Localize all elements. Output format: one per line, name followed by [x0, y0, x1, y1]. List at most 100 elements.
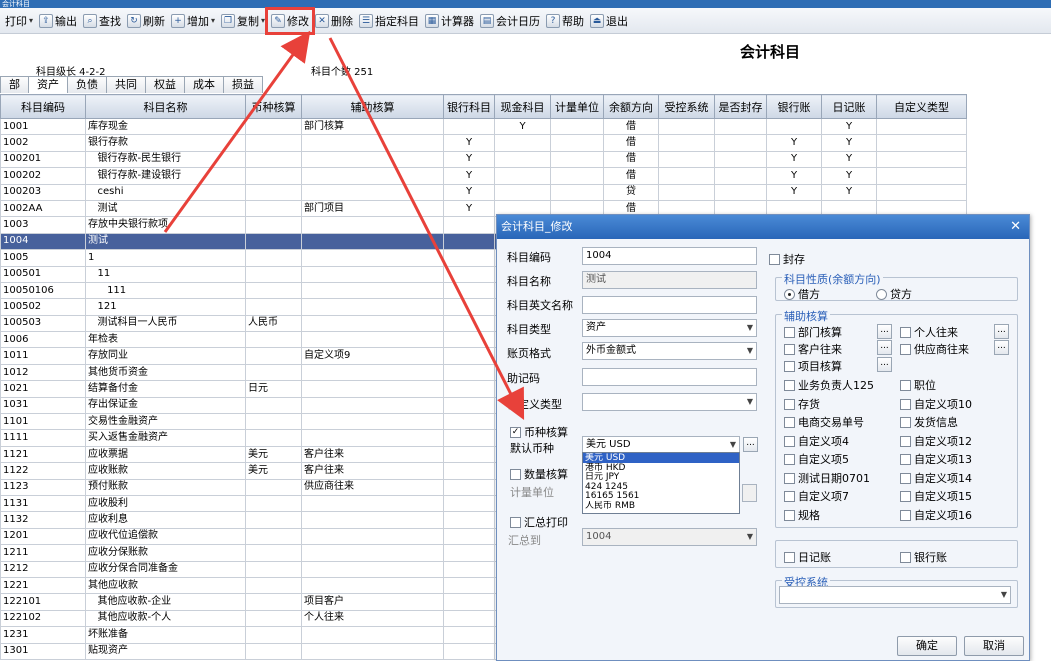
tab-5[interactable]: 成本: [184, 76, 224, 93]
column-header[interactable]: 计量单位: [550, 94, 604, 119]
aux-checkbox[interactable]: 自定义项15: [900, 488, 972, 504]
currency-option[interactable]: 人民币 RMB: [583, 501, 739, 510]
format-select[interactable]: 外币金额式 ▼: [582, 342, 757, 360]
aux-checkbox[interactable]: 测试日期0701: [784, 470, 870, 486]
column-header[interactable]: 余额方向: [603, 94, 659, 119]
custom-type-select[interactable]: ▼: [582, 393, 757, 411]
debit-radio[interactable]: 借方: [784, 286, 820, 302]
aux-label: 自定义项14: [914, 472, 972, 485]
toolbar-button-8[interactable]: ☰ 指定科目: [356, 10, 422, 32]
aux-checkbox[interactable]: 自定义项16: [900, 507, 972, 523]
aux-checkbox[interactable]: 供应商往来: [900, 341, 969, 357]
aux-checkbox[interactable]: 客户往来: [784, 341, 842, 357]
ok-button[interactable]: 确定: [897, 636, 957, 656]
table-row[interactable]: 1002 银行存款 Y 借 Y Y: [0, 134, 967, 152]
column-header[interactable]: 现金科目: [494, 94, 551, 119]
toolbar-button-10[interactable]: ▤ 会计日历: [477, 10, 543, 32]
code-input[interactable]: 1004: [582, 247, 757, 265]
toolbar-button-5[interactable]: ❐ 复制 ▾: [218, 10, 268, 32]
toolbar-button-12[interactable]: ⏏ 退出: [587, 10, 631, 32]
column-header[interactable]: 受控系统: [658, 94, 715, 119]
tab-3[interactable]: 共同: [106, 76, 146, 93]
tab-0[interactable]: 部: [0, 76, 29, 93]
column-header[interactable]: 日记账: [821, 94, 877, 119]
aux-checkbox[interactable]: 自定义项10: [900, 396, 972, 412]
customer-browse-button[interactable]: ...: [877, 340, 892, 355]
toolbar-button-2[interactable]: ⌕ 查找: [80, 10, 124, 32]
type-select[interactable]: 资产 ▼: [582, 319, 757, 337]
toolbar-button-11[interactable]: ? 帮助: [543, 10, 587, 32]
toolbar-button-1[interactable]: ⇪ 输出: [36, 10, 80, 32]
supplier-browse-button[interactable]: ...: [994, 340, 1009, 355]
toolbar-button-0[interactable]: 打印 ▾: [2, 10, 36, 32]
toolbar-button-3[interactable]: ↻ 刷新: [124, 10, 168, 32]
aux-checkbox[interactable]: 自定义项12: [900, 433, 972, 449]
column-header[interactable]: 是否封存: [714, 94, 767, 119]
bank-checkbox[interactable]: 银行账: [900, 549, 947, 565]
project-browse-button[interactable]: ...: [877, 357, 892, 372]
currency-option[interactable]: 港币 HKD: [583, 463, 739, 472]
aux-checkbox[interactable]: 部门核算: [784, 324, 842, 340]
aux-checkbox[interactable]: 职位: [900, 377, 936, 393]
aux-checkbox[interactable]: 个人往来: [900, 324, 958, 340]
summary-to-select[interactable]: 1004 ▼: [582, 528, 757, 546]
column-header[interactable]: 币种核算: [245, 94, 302, 119]
column-header[interactable]: 科目编码: [0, 94, 86, 119]
controlled-select[interactable]: ▼: [779, 586, 1011, 604]
table-row[interactable]: 100201 银行存款-民生银行 Y 借 Y Y: [0, 150, 967, 169]
column-header[interactable]: 自定义类型: [876, 94, 967, 119]
currency-browse-button[interactable]: ...: [743, 437, 758, 452]
table-cell: [443, 314, 495, 333]
close-icon[interactable]: ✕: [1010, 215, 1021, 239]
personal-browse-button[interactable]: ...: [994, 324, 1009, 339]
name-label: 科目名称: [507, 275, 551, 288]
credit-radio[interactable]: 贷方: [876, 286, 912, 302]
currency-option[interactable]: 424 1245: [583, 482, 739, 491]
currency-option[interactable]: 美元 USD: [583, 453, 739, 463]
aux-checkbox[interactable]: 自定义项7: [784, 488, 849, 504]
dropdown-arrow-icon[interactable]: ▾: [261, 16, 265, 25]
column-header[interactable]: 银行账: [766, 94, 822, 119]
aux-checkbox[interactable]: 发货信息: [900, 414, 958, 430]
aux-checkbox[interactable]: 自定义项4: [784, 433, 849, 449]
en-name-input[interactable]: [582, 296, 757, 314]
journal-checkbox[interactable]: 日记账: [784, 549, 831, 565]
column-header[interactable]: 银行科目: [443, 94, 495, 119]
dropdown-arrow-icon[interactable]: ▾: [29, 16, 33, 25]
tab-1[interactable]: 资产: [28, 76, 68, 93]
summary-print-checkbox[interactable]: 汇总打印: [510, 514, 568, 530]
currency-option[interactable]: 日元 JPY: [583, 472, 739, 481]
mnemonic-input[interactable]: [582, 368, 757, 386]
column-header[interactable]: 辅助核算: [301, 94, 444, 119]
toolbar-button-7[interactable]: ✕ 删除: [312, 10, 356, 32]
debit-label: 借方: [798, 288, 820, 301]
currency-checkbox[interactable]: ✓ 币种核算: [510, 424, 568, 440]
aux-checkbox[interactable]: 项目核算: [784, 358, 842, 374]
aux-checkbox[interactable]: 电商交易单号: [784, 414, 864, 430]
toolbar-button-9[interactable]: ▦ 计算器: [422, 10, 477, 32]
tab-2[interactable]: 负债: [67, 76, 107, 93]
currency-option[interactable]: 16165 1561: [583, 491, 739, 501]
tab-6[interactable]: 损益: [223, 76, 263, 93]
column-header[interactable]: 科目名称: [85, 94, 246, 119]
table-row[interactable]: 100202 银行存款-建设银行 Y 借 Y Y: [0, 167, 967, 185]
table-row[interactable]: 100203 ceshi Y 贷 Y Y: [0, 183, 967, 201]
table-row[interactable]: 1001 库存现金 部门核算 Y 借 Y: [0, 117, 967, 136]
dept-browse-button[interactable]: ...: [877, 324, 892, 339]
quantity-checkbox[interactable]: 数量核算: [510, 466, 568, 482]
name-input[interactable]: 测试: [582, 271, 757, 289]
aux-checkbox[interactable]: 自定义项14: [900, 470, 972, 486]
aux-checkbox[interactable]: 自定义项5: [784, 451, 849, 467]
toolbar-button-4[interactable]: + 增加 ▾: [168, 10, 218, 32]
table-cell: [245, 249, 302, 267]
aux-checkbox[interactable]: 自定义项13: [900, 451, 972, 467]
cancel-button[interactable]: 取消: [964, 636, 1024, 656]
aux-checkbox[interactable]: 规格: [784, 507, 820, 523]
sealed-checkbox[interactable]: 封存: [769, 251, 805, 267]
aux-checkbox[interactable]: 业务负责人125: [784, 377, 874, 393]
dropdown-arrow-icon[interactable]: ▾: [211, 16, 215, 25]
aux-checkbox[interactable]: 存货: [784, 396, 820, 412]
unit-input[interactable]: [742, 484, 757, 502]
tab-4[interactable]: 权益: [145, 76, 185, 93]
toolbar-button-6[interactable]: ✎ 修改: [265, 6, 316, 35]
